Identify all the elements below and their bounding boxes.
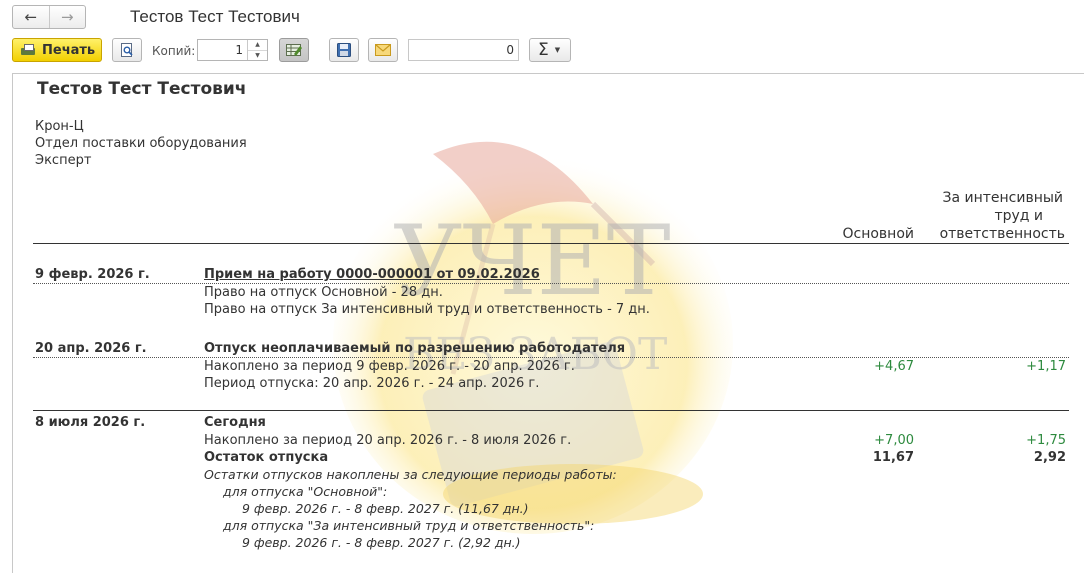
title-bar: ← → Тестов Тест Тестович bbox=[0, 0, 1084, 34]
balance-note: 9 февр. 2026 г. - 8 февр. 2027 г. (2,92 … bbox=[242, 535, 521, 550]
arrow-right-icon: → bbox=[60, 8, 74, 26]
spin-down-icon[interactable]: ▼ bbox=[248, 50, 267, 61]
event-line: Право на отпуск За интенсивный труд и от… bbox=[204, 302, 650, 317]
balance-note: для отпуска "Основной": bbox=[223, 484, 388, 499]
col-header-intensive-line3: ответственность bbox=[939, 226, 1065, 242]
event-title-link[interactable]: Прием на работу 0000-000001 от 09.02.202… bbox=[204, 267, 540, 282]
arrow-left-icon: ← bbox=[24, 8, 38, 26]
col-header-intensive-line1: За интенсивный bbox=[942, 190, 1063, 206]
sum-field[interactable]: 0 bbox=[408, 39, 519, 61]
copies-label: Копий: bbox=[152, 44, 196, 58]
sum-dropdown-button[interactable]: Σ ▼ bbox=[529, 38, 571, 62]
balance-note: 9 февр. 2026 г. - 8 февр. 2027 г. (11,67… bbox=[242, 501, 529, 516]
col-header-intensive-line2: труд и bbox=[994, 208, 1043, 224]
window-title: Тестов Тест Тестович bbox=[130, 7, 300, 26]
watermark-text-main: УЧЕТ bbox=[393, 205, 671, 317]
send-email-button[interactable] bbox=[368, 38, 398, 62]
row-divider bbox=[33, 357, 1069, 358]
preview-button[interactable] bbox=[112, 38, 142, 62]
save-button[interactable] bbox=[329, 38, 359, 62]
print-preview-icon bbox=[121, 43, 133, 57]
organization: Крон-Ц bbox=[35, 119, 84, 134]
envelope-icon bbox=[375, 44, 391, 56]
event-line: Право на отпуск Основной - 28 дн. bbox=[204, 285, 443, 300]
event-line: Период отпуска: 20 апр. 2026 г. - 24 апр… bbox=[204, 376, 540, 391]
edit-mode-toggle[interactable] bbox=[279, 38, 309, 62]
event-date: 9 февр. 2026 г. bbox=[35, 267, 150, 282]
back-button[interactable]: ← bbox=[13, 6, 49, 28]
event-date: 8 июля 2026 г. bbox=[35, 415, 146, 430]
print-button-label: Печать bbox=[42, 42, 96, 58]
chevron-down-icon: ▼ bbox=[554, 46, 561, 54]
copies-field[interactable]: 1 ▲ ▼ bbox=[197, 39, 268, 61]
header-divider bbox=[33, 243, 1069, 244]
printer-icon bbox=[20, 43, 36, 57]
forward-button[interactable]: → bbox=[48, 6, 86, 28]
position: Эксперт bbox=[35, 153, 92, 168]
event-title: Сегодня bbox=[204, 415, 266, 430]
balance-note: для отпуска "За интенсивный труд и ответ… bbox=[223, 518, 595, 533]
balance-intensive-value: 2,92 bbox=[1033, 450, 1066, 465]
accrued-intensive-value: +1,75 bbox=[1026, 433, 1066, 448]
floppy-disk-icon bbox=[337, 43, 351, 57]
print-button[interactable]: Печать bbox=[12, 38, 102, 62]
accrued-basic-value: +7,00 bbox=[874, 433, 914, 448]
department: Отдел поставки оборудования bbox=[35, 136, 247, 151]
sum-value: 0 bbox=[506, 43, 514, 57]
edit-table-icon bbox=[286, 44, 302, 56]
row-divider bbox=[33, 283, 1069, 284]
event-date: 20 апр. 2026 г. bbox=[35, 341, 147, 356]
accrued-basic-value: +4,67 bbox=[874, 359, 914, 374]
sigma-icon: Σ bbox=[538, 39, 549, 60]
balance-label: Остаток отпуска bbox=[204, 450, 329, 465]
balance-note: Остатки отпусков накоплены за следующие … bbox=[204, 467, 617, 482]
event-line: Накоплено за период 9 февр. 2026 г. - 20… bbox=[204, 359, 575, 374]
event-line: Накоплено за период 20 апр. 2026 г. - 8 … bbox=[204, 433, 572, 448]
col-header-basic: Основной bbox=[842, 226, 914, 242]
copies-spinner[interactable]: ▲ ▼ bbox=[247, 40, 267, 60]
navigation-buttons: ← → bbox=[12, 5, 86, 29]
toolbar: Печать Копий: 1 ▲ ▼ 0 Σ ▼ bbox=[0, 36, 1084, 68]
section-divider bbox=[33, 410, 1069, 411]
event-title: Отпуск неоплачиваемый по разрешению рабо… bbox=[204, 341, 626, 356]
report-sheet[interactable]: УЧЕТ БЕЗ ЗАБОТ Тестов Тест Тестович Крон… bbox=[12, 73, 1084, 573]
spin-up-icon[interactable]: ▲ bbox=[248, 40, 267, 50]
copies-value: 1 bbox=[235, 43, 243, 57]
accrued-intensive-value: +1,17 bbox=[1026, 359, 1066, 374]
balance-basic-value: 11,67 bbox=[872, 450, 914, 465]
employee-name: Тестов Тест Тестович bbox=[37, 79, 247, 99]
